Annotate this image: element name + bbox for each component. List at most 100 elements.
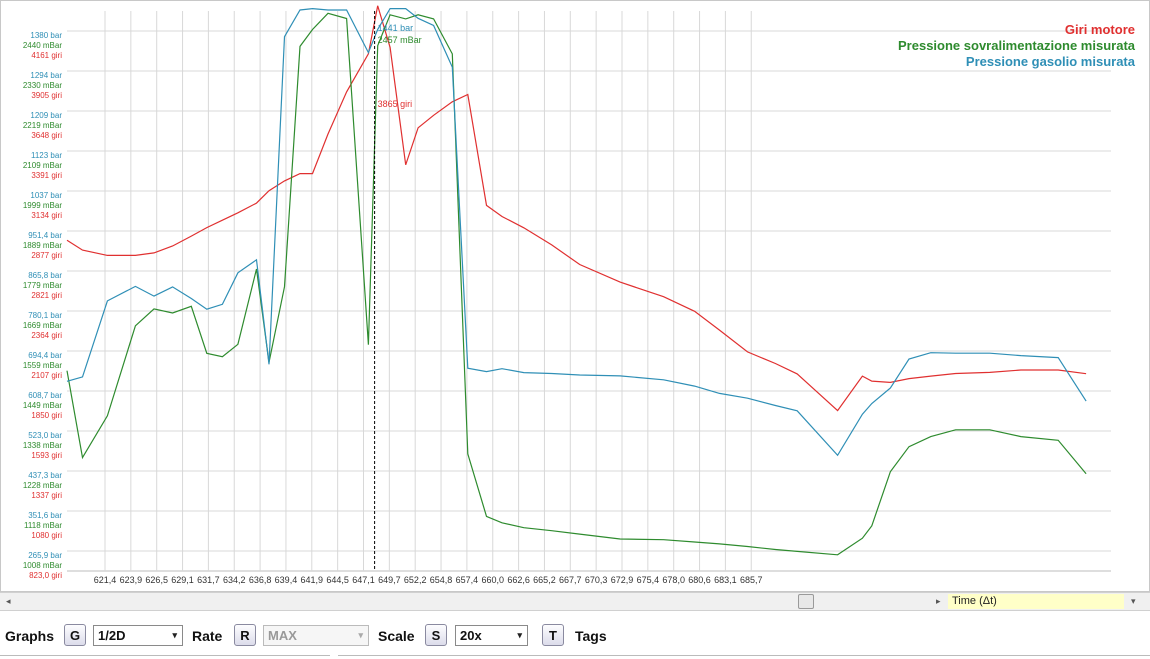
x-tick-label: 654,8 — [430, 575, 453, 585]
y-tick-label-rpm: 2364 giri — [31, 331, 62, 340]
series-line-bar — [66, 7, 1087, 457]
graphs-shortcut-button[interactable]: G — [64, 624, 86, 646]
y-tick-label-rpm: 2877 giri — [31, 251, 62, 260]
y-tick-label-rpm: 3391 giri — [31, 171, 62, 180]
scale-select[interactable]: 20x ▾ — [455, 625, 528, 646]
y-tick-label-mbar: 1669 mBar — [23, 321, 62, 330]
cursor-value-rpm: 3865 giri — [378, 99, 413, 109]
x-tick-label: 631,7 — [197, 575, 220, 585]
line-chart[interactable]: 621,4 623,9 626,5 629,1 631,7 634,2 636,8 639,4… — [1, 1, 1150, 593]
y-tick-label-rpm: 3134 giri — [31, 211, 62, 220]
time-axis-label: Time (Δt) — [948, 594, 1124, 609]
y-tick-label-bar: 1209 bar — [30, 111, 62, 120]
status-divider — [0, 655, 330, 659]
y-tick-label-rpm: 3905 giri — [31, 91, 62, 100]
y-tick-label-bar: 1380 bar — [30, 31, 62, 40]
x-tick-label: 662,6 — [507, 575, 530, 585]
y-tick-label-bar: 780,1 bar — [28, 311, 62, 320]
y-tick-label-rpm: 823,0 giri — [29, 571, 62, 580]
x-tick-label: 634,2 — [223, 575, 246, 585]
y-tick-label-mbar: 1118 mBar — [24, 521, 62, 530]
rate-select-value: MAX — [268, 628, 297, 643]
x-tick-label: 636,8 — [249, 575, 272, 585]
y-tick-label-rpm: 3648 giri — [31, 131, 62, 140]
x-tick-label: 644,5 — [326, 575, 349, 585]
x-tick-label: 641,9 — [301, 575, 324, 585]
x-tick-label: 657,4 — [456, 575, 479, 585]
status-divider — [338, 655, 1150, 659]
rate-label: Rate — [192, 628, 223, 644]
y-tick-label-rpm: 1337 giri — [31, 491, 62, 500]
scroll-right-arrow-icon[interactable]: ▸ — [936, 596, 941, 607]
cursor-value-bar: 1441 bar — [378, 23, 414, 33]
x-tick-label: 675,4 — [637, 575, 660, 585]
y-tick-label-bar: 608,7 bar — [28, 391, 62, 400]
chevron-down-icon: ▾ — [172, 630, 177, 640]
x-tick-label: 680,6 — [688, 575, 711, 585]
x-tick-label: 678,0 — [662, 575, 685, 585]
x-tick-label: 652,2 — [404, 575, 427, 585]
x-tick-label: 626,5 — [145, 575, 168, 585]
scale-select-value: 20x — [460, 628, 482, 643]
y-tick-label-bar: 437,3 bar — [28, 471, 62, 480]
bottom-toolbar: Graphs G 1/2D ▾ Rate R MAX ▾ Scale S 20x… — [0, 611, 1150, 658]
tags-label: Tags — [575, 628, 607, 644]
graphs-label: Graphs — [5, 628, 55, 644]
y-tick-label-mbar: 1228 mBar — [23, 481, 62, 490]
y-tick-label-bar: 694,4 bar — [28, 351, 62, 360]
y-tick-label-bar: 1294 bar — [30, 71, 62, 80]
x-tick-label: 665,2 — [533, 575, 556, 585]
tags-shortcut-button[interactable]: T — [542, 624, 564, 646]
y-tick-label-mbar: 1449 mBar — [23, 401, 62, 410]
x-tick-label: 670,3 — [585, 575, 608, 585]
y-tick-label-mbar: 1889 mBar — [23, 241, 62, 250]
y-tick-label-rpm: 1850 giri — [31, 411, 62, 420]
x-tick-label: 660,0 — [481, 575, 504, 585]
rate-shortcut-button[interactable]: R — [234, 624, 256, 646]
scroll-thumb[interactable] — [798, 594, 814, 609]
y-tick-label-bar: 1123 bar — [31, 151, 62, 160]
x-tick-label: 667,7 — [559, 575, 582, 585]
y-tick-label-bar: 865,8 bar — [28, 271, 62, 280]
legend-entry-rpm: Giri motore — [1065, 22, 1135, 37]
y-tick-label-bar: 1037 bar — [30, 191, 62, 200]
scroll-left-arrow-icon[interactable]: ◂ — [6, 596, 11, 607]
y-tick-label-mbar: 2219 mBar — [23, 121, 62, 130]
y-tick-label-mbar: 1779 mBar — [23, 281, 62, 290]
rate-select: MAX ▾ — [263, 625, 369, 646]
y-tick-label-bar: 951,4 bar — [28, 231, 62, 240]
scale-shortcut-button[interactable]: S — [425, 624, 447, 646]
graphs-select-value: 1/2D — [98, 628, 126, 643]
x-tick-label: 621,4 — [94, 575, 117, 585]
y-tick-label-bar: 523,0 bar — [28, 431, 62, 440]
x-tick-label: 647,1 — [352, 575, 375, 585]
x-tick-label: 629,1 — [171, 575, 194, 585]
chart-area[interactable]: 621,4 623,9 626,5 629,1 631,7 634,2 636,8 639,4… — [0, 0, 1150, 592]
time-scrollbar[interactable]: ◂ ▸ Time (Δt) ▾ — [0, 592, 1150, 611]
y-tick-label-rpm: 4161 giri — [31, 51, 62, 60]
y-tick-label-bar: 351,6 bar — [28, 511, 62, 520]
legend-entry-mbar: Pressione sovralimentazione misurata — [898, 38, 1136, 53]
y-tick-label-mbar: 2330 mBar — [23, 81, 62, 90]
x-tick-label: 649,7 — [378, 575, 401, 585]
chevron-down-icon: ▾ — [358, 630, 363, 640]
x-tick-label: 685,7 — [740, 575, 763, 585]
scale-label: Scale — [378, 628, 415, 644]
x-tick-label: 672,9 — [611, 575, 634, 585]
chevron-down-icon: ▾ — [517, 630, 522, 640]
x-tick-label: 683,1 — [714, 575, 737, 585]
y-tick-label-mbar: 1999 mBar — [23, 201, 62, 210]
y-tick-label-mbar: 1559 mBar — [23, 361, 62, 370]
graphs-select[interactable]: 1/2D ▾ — [93, 625, 183, 646]
time-dropdown-caret-icon[interactable]: ▾ — [1131, 596, 1136, 607]
y-tick-label-bar: 265,9 bar — [28, 551, 62, 560]
y-tick-label-rpm: 1593 giri — [31, 451, 62, 460]
series-line-mbar — [66, 12, 1087, 556]
x-tick-label: 623,9 — [120, 575, 143, 585]
legend-entry-bar: Pressione gasolio misurata — [966, 54, 1136, 69]
y-tick-label-mbar: 1338 mBar — [23, 441, 62, 450]
y-tick-label-mbar: 2109 mBar — [23, 161, 62, 170]
y-tick-label-rpm: 2107 giri — [31, 371, 62, 380]
x-tick-label: 639,4 — [275, 575, 298, 585]
cursor-value-mbar: 2457 mBar — [378, 35, 422, 45]
